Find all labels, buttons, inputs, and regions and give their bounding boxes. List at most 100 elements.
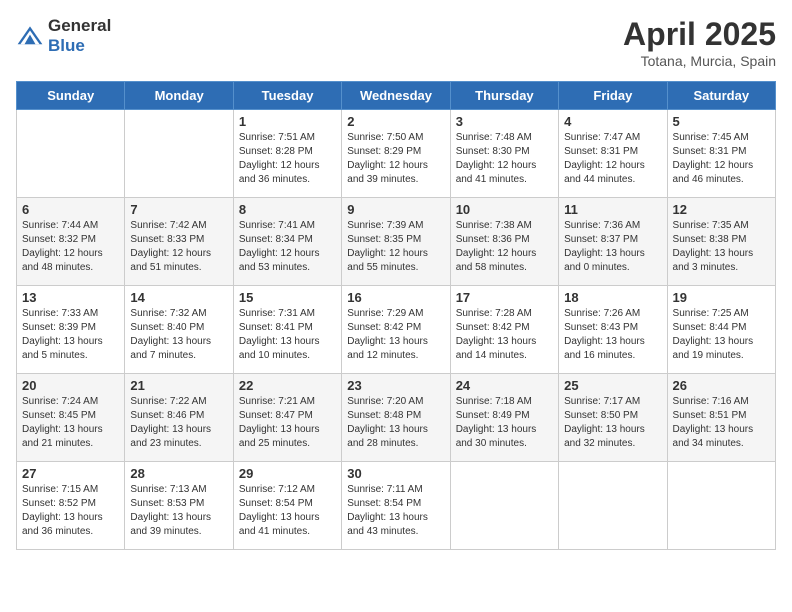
calendar-week-1: 1 Sunrise: 7:51 AM Sunset: 8:28 PM Daylig… xyxy=(17,110,776,198)
day-detail: Sunrise: 7:47 AM Sunset: 8:31 PM Dayligh… xyxy=(564,131,661,187)
day-number: 2 xyxy=(347,114,444,129)
day-detail: Sunrise: 7:18 AM Sunset: 8:49 PM Dayligh… xyxy=(456,395,553,451)
day-detail: Sunrise: 7:12 AM Sunset: 8:54 PM Dayligh… xyxy=(239,483,336,539)
calendar-table: SundayMondayTuesdayWednesdayThursdayFrid… xyxy=(16,81,776,550)
day-detail: Sunrise: 7:39 AM Sunset: 8:35 PM Dayligh… xyxy=(347,219,444,275)
day-number: 14 xyxy=(130,290,227,305)
day-number: 8 xyxy=(239,202,336,217)
day-number: 29 xyxy=(239,466,336,481)
location-title: Totana, Murcia, Spain xyxy=(623,53,776,69)
day-number: 11 xyxy=(564,202,661,217)
day-detail: Sunrise: 7:41 AM Sunset: 8:34 PM Dayligh… xyxy=(239,219,336,275)
calendar-cell: 20 Sunrise: 7:24 AM Sunset: 8:45 PM Dayli… xyxy=(17,374,125,462)
weekday-header-thursday: Thursday xyxy=(450,82,558,110)
calendar-cell: 21 Sunrise: 7:22 AM Sunset: 8:46 PM Dayli… xyxy=(125,374,233,462)
day-detail: Sunrise: 7:11 AM Sunset: 8:54 PM Dayligh… xyxy=(347,483,444,539)
calendar-week-4: 20 Sunrise: 7:24 AM Sunset: 8:45 PM Dayli… xyxy=(17,374,776,462)
month-title: April 2025 xyxy=(623,16,776,53)
day-number: 23 xyxy=(347,378,444,393)
calendar-cell: 27Sunrise: 7:15 AM Sunset: 8:52 PM Dayli… xyxy=(17,462,125,550)
day-detail: Sunrise: 7:38 AM Sunset: 8:36 PM Dayligh… xyxy=(456,219,553,275)
day-number: 30 xyxy=(347,466,444,481)
day-detail: Sunrise: 7:22 AM Sunset: 8:46 PM Dayligh… xyxy=(130,395,227,451)
day-number: 20 xyxy=(22,378,119,393)
calendar-cell: 26Sunrise: 7:16 AM Sunset: 8:51 PM Dayli… xyxy=(667,374,775,462)
day-number: 19 xyxy=(673,290,770,305)
day-number: 16 xyxy=(347,290,444,305)
day-detail: Sunrise: 7:26 AM Sunset: 8:43 PM Dayligh… xyxy=(564,307,661,363)
calendar-cell: 28 Sunrise: 7:13 AM Sunset: 8:53 PM Dayli… xyxy=(125,462,233,550)
day-detail: Sunrise: 7:51 AM Sunset: 8:28 PM Dayligh… xyxy=(239,131,336,187)
title-block: April 2025 Totana, Murcia, Spain xyxy=(623,16,776,69)
day-detail: Sunrise: 7:15 AM Sunset: 8:52 PM Dayligh… xyxy=(22,483,119,539)
day-number: 3 xyxy=(456,114,553,129)
day-detail: Sunrise: 7:13 AM Sunset: 8:53 PM Dayligh… xyxy=(130,483,227,539)
calendar-cell: 12 Sunrise: 7:35 AM Sunset: 8:38 PM Dayli… xyxy=(667,198,775,286)
calendar-cell xyxy=(667,462,775,550)
day-number: 17 xyxy=(456,290,553,305)
calendar-cell: 1 Sunrise: 7:51 AM Sunset: 8:28 PM Daylig… xyxy=(233,110,341,198)
day-number: 1 xyxy=(239,114,336,129)
calendar-cell: 14 Sunrise: 7:32 AM Sunset: 8:40 PM Dayli… xyxy=(125,286,233,374)
day-detail: Sunrise: 7:28 AM Sunset: 8:42 PM Dayligh… xyxy=(456,307,553,363)
day-number: 7 xyxy=(130,202,227,217)
weekday-header-saturday: Saturday xyxy=(667,82,775,110)
day-number: 26 xyxy=(673,378,770,393)
day-detail: Sunrise: 7:48 AM Sunset: 8:30 PM Dayligh… xyxy=(456,131,553,187)
calendar-week-2: 6 Sunrise: 7:44 AM Sunset: 8:32 PM Daylig… xyxy=(17,198,776,286)
day-number: 12 xyxy=(673,202,770,217)
calendar-cell: 13 Sunrise: 7:33 AM Sunset: 8:39 PM Dayli… xyxy=(17,286,125,374)
calendar-cell: 3 Sunrise: 7:48 AM Sunset: 8:30 PM Daylig… xyxy=(450,110,558,198)
day-detail: Sunrise: 7:25 AM Sunset: 8:44 PM Dayligh… xyxy=(673,307,770,363)
day-detail: Sunrise: 7:50 AM Sunset: 8:29 PM Dayligh… xyxy=(347,131,444,187)
calendar-cell: 11Sunrise: 7:36 AM Sunset: 8:37 PM Dayli… xyxy=(559,198,667,286)
day-detail: Sunrise: 7:44 AM Sunset: 8:32 PM Dayligh… xyxy=(22,219,119,275)
calendar-cell: 15 Sunrise: 7:31 AM Sunset: 8:41 PM Dayli… xyxy=(233,286,341,374)
logo-icon xyxy=(16,25,44,47)
day-number: 15 xyxy=(239,290,336,305)
weekday-header-tuesday: Tuesday xyxy=(233,82,341,110)
calendar-cell: 18 Sunrise: 7:26 AM Sunset: 8:43 PM Dayli… xyxy=(559,286,667,374)
calendar-cell: 29 Sunrise: 7:12 AM Sunset: 8:54 PM Dayli… xyxy=(233,462,341,550)
day-detail: Sunrise: 7:31 AM Sunset: 8:41 PM Dayligh… xyxy=(239,307,336,363)
day-detail: Sunrise: 7:33 AM Sunset: 8:39 PM Dayligh… xyxy=(22,307,119,363)
calendar-cell: 19 Sunrise: 7:25 AM Sunset: 8:44 PM Dayli… xyxy=(667,286,775,374)
weekday-header-row: SundayMondayTuesdayWednesdayThursdayFrid… xyxy=(17,82,776,110)
weekday-header-monday: Monday xyxy=(125,82,233,110)
day-detail: Sunrise: 7:17 AM Sunset: 8:50 PM Dayligh… xyxy=(564,395,661,451)
calendar-cell: 6 Sunrise: 7:44 AM Sunset: 8:32 PM Daylig… xyxy=(17,198,125,286)
calendar-cell: 17 Sunrise: 7:28 AM Sunset: 8:42 PM Dayli… xyxy=(450,286,558,374)
calendar-cell: 5 Sunrise: 7:45 AM Sunset: 8:31 PM Daylig… xyxy=(667,110,775,198)
weekday-header-sunday: Sunday xyxy=(17,82,125,110)
calendar-cell: 4 Sunrise: 7:47 AM Sunset: 8:31 PM Daylig… xyxy=(559,110,667,198)
page-header: General Blue April 2025 Totana, Murcia, … xyxy=(16,16,776,69)
day-detail: Sunrise: 7:35 AM Sunset: 8:38 PM Dayligh… xyxy=(673,219,770,275)
calendar-cell xyxy=(125,110,233,198)
day-number: 13 xyxy=(22,290,119,305)
day-detail: Sunrise: 7:45 AM Sunset: 8:31 PM Dayligh… xyxy=(673,131,770,187)
calendar-cell: 22Sunrise: 7:21 AM Sunset: 8:47 PM Dayli… xyxy=(233,374,341,462)
day-number: 4 xyxy=(564,114,661,129)
calendar-cell xyxy=(450,462,558,550)
calendar-cell: 16Sunrise: 7:29 AM Sunset: 8:42 PM Dayli… xyxy=(342,286,450,374)
day-number: 10 xyxy=(456,202,553,217)
day-number: 28 xyxy=(130,466,227,481)
day-detail: Sunrise: 7:32 AM Sunset: 8:40 PM Dayligh… xyxy=(130,307,227,363)
logo-blue: Blue xyxy=(48,36,85,55)
calendar-cell: 9Sunrise: 7:39 AM Sunset: 8:35 PM Daylig… xyxy=(342,198,450,286)
day-detail: Sunrise: 7:24 AM Sunset: 8:45 PM Dayligh… xyxy=(22,395,119,451)
weekday-header-friday: Friday xyxy=(559,82,667,110)
day-number: 21 xyxy=(130,378,227,393)
calendar-cell: 8 Sunrise: 7:41 AM Sunset: 8:34 PM Daylig… xyxy=(233,198,341,286)
calendar-cell: 30 Sunrise: 7:11 AM Sunset: 8:54 PM Dayli… xyxy=(342,462,450,550)
day-number: 5 xyxy=(673,114,770,129)
calendar-cell: 23Sunrise: 7:20 AM Sunset: 8:48 PM Dayli… xyxy=(342,374,450,462)
calendar-cell: 24Sunrise: 7:18 AM Sunset: 8:49 PM Dayli… xyxy=(450,374,558,462)
day-number: 22 xyxy=(239,378,336,393)
calendar-cell xyxy=(17,110,125,198)
day-number: 6 xyxy=(22,202,119,217)
weekday-header-wednesday: Wednesday xyxy=(342,82,450,110)
logo: General Blue xyxy=(16,16,111,56)
day-number: 18 xyxy=(564,290,661,305)
calendar-cell: 25Sunrise: 7:17 AM Sunset: 8:50 PM Dayli… xyxy=(559,374,667,462)
